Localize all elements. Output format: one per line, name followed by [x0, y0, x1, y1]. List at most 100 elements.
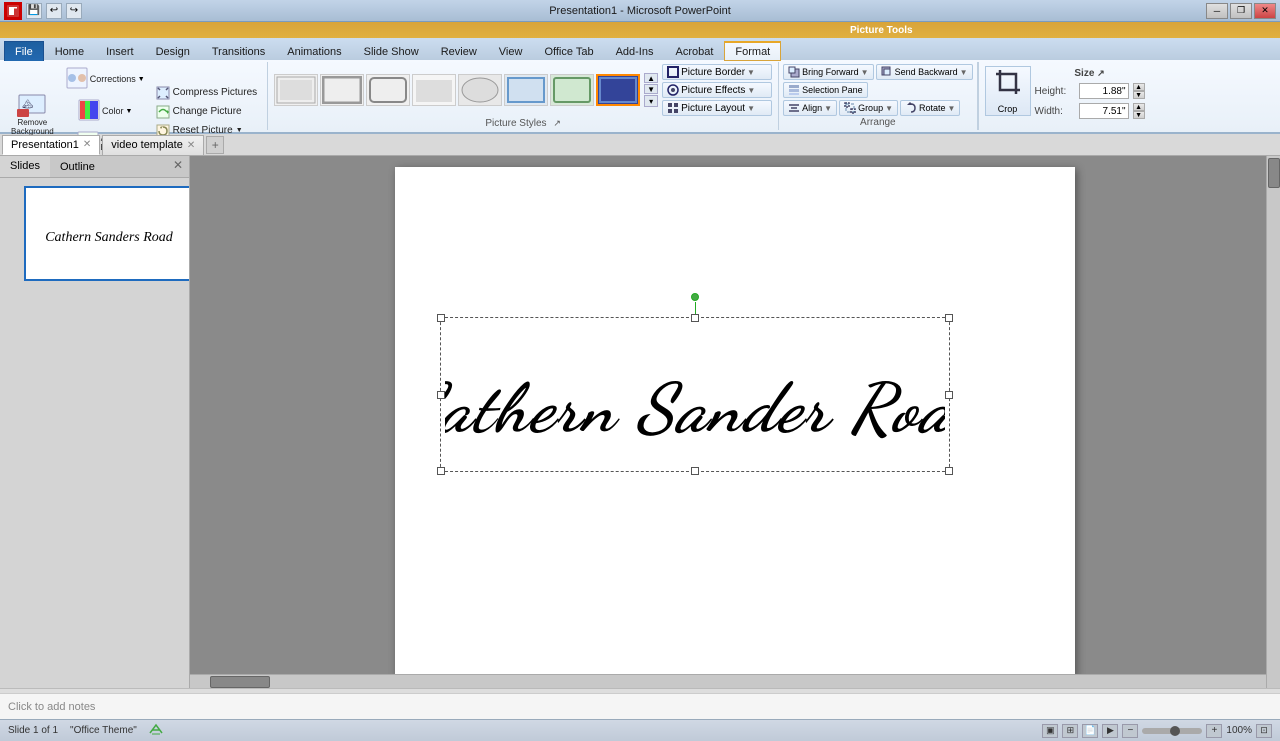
- reading-view-btn[interactable]: 📄: [1082, 724, 1098, 738]
- slide-canvas[interactable]: Cathern Sander Road: [395, 167, 1075, 677]
- status-left: Slide 1 of 1 "Office Theme": [8, 723, 163, 738]
- style-thumb-4[interactable]: [412, 74, 456, 106]
- quick-redo[interactable]: ↪: [66, 3, 82, 19]
- color-button[interactable]: Color ▼: [61, 96, 150, 127]
- fit-window-btn[interactable]: ⊡: [1256, 724, 1272, 738]
- picture-styles-expand[interactable]: ↗: [553, 118, 561, 128]
- group-button[interactable]: Group ▼: [839, 100, 898, 116]
- slide-sorter-btn[interactable]: ⊞: [1062, 724, 1078, 738]
- selection-pane-button[interactable]: Selection Pane: [783, 82, 868, 98]
- send-backward-button[interactable]: Send Backward ▼: [876, 64, 973, 80]
- picture-layout-button[interactable]: Picture Layout ▼: [662, 100, 772, 116]
- handle-top-left[interactable]: [437, 314, 445, 322]
- slides-tab[interactable]: Slides: [0, 156, 50, 177]
- minimize-button[interactable]: ─: [1206, 3, 1228, 19]
- height-label: Height:: [1035, 86, 1075, 97]
- doc-tab-presentation1[interactable]: Presentation1 ✕: [2, 135, 100, 155]
- arrange-group: Bring Forward ▼ Send Backward ▼ Selectio…: [779, 62, 977, 130]
- width-up[interactable]: ▲: [1133, 103, 1145, 111]
- style-thumb-8[interactable]: [596, 74, 640, 106]
- quick-undo[interactable]: ↩: [46, 3, 62, 19]
- width-input[interactable]: [1079, 103, 1129, 119]
- canvas-hscroll[interactable]: [190, 674, 1266, 688]
- bring-forward-button[interactable]: Bring Forward ▼: [783, 64, 873, 80]
- gallery-down-arrow[interactable]: ▼: [644, 84, 658, 94]
- tab-review[interactable]: Review: [430, 41, 488, 61]
- slideshow-btn[interactable]: ▶: [1102, 724, 1118, 738]
- align-label: Align: [802, 103, 822, 113]
- style-thumb-5[interactable]: [458, 74, 502, 106]
- outline-tab[interactable]: Outline: [50, 156, 105, 177]
- remove-background-button[interactable]: 🏔 Remove Background: [6, 83, 59, 140]
- picture-effects-button[interactable]: Picture Effects ▼: [662, 82, 772, 98]
- picture-border-button[interactable]: Picture Border ▼: [662, 64, 772, 80]
- tab-insert[interactable]: Insert: [95, 41, 145, 61]
- tab-animations[interactable]: Animations: [276, 41, 352, 61]
- gallery-up-arrow[interactable]: ▲: [644, 73, 658, 83]
- selected-image[interactable]: Cathern Sander Road: [440, 317, 950, 472]
- close-button[interactable]: ✕: [1254, 3, 1276, 19]
- tab-transitions[interactable]: Transitions: [201, 41, 276, 61]
- height-down[interactable]: ▼: [1133, 91, 1145, 99]
- doc-tab-pres1-close[interactable]: ✕: [83, 139, 91, 150]
- rotate-button[interactable]: Rotate ▼: [900, 100, 960, 116]
- style-thumb-6[interactable]: [504, 74, 548, 106]
- tab-file[interactable]: File: [4, 41, 44, 61]
- normal-view-btn[interactable]: ▣: [1042, 724, 1058, 738]
- hscroll-thumb[interactable]: [210, 676, 270, 688]
- zoom-out-btn[interactable]: −: [1122, 724, 1138, 738]
- tab-view[interactable]: View: [488, 41, 534, 61]
- align-button[interactable]: Align ▼: [783, 100, 837, 116]
- doc-tab-vt-close[interactable]: ✕: [187, 140, 195, 151]
- tab-acrobat[interactable]: Acrobat: [664, 41, 724, 61]
- tab-officetab[interactable]: Office Tab: [533, 41, 604, 61]
- crop-button[interactable]: Crop: [985, 66, 1031, 116]
- app-icon: [4, 2, 22, 20]
- tab-home[interactable]: Home: [44, 41, 95, 61]
- arrange-row3: Align ▼ Group ▼ Rotate ▼: [783, 100, 972, 116]
- zoom-in-btn[interactable]: +: [1206, 724, 1222, 738]
- style-thumb-1[interactable]: [274, 74, 318, 106]
- tab-slideshow[interactable]: Slide Show: [353, 41, 430, 61]
- send-backward-arrow: ▼: [960, 68, 968, 77]
- vscroll-thumb[interactable]: [1268, 158, 1280, 188]
- corrections-button[interactable]: Corrections ▼: [61, 64, 150, 95]
- spellcheck-icon[interactable]: [149, 723, 163, 738]
- doc-tab-videotemplate[interactable]: video template ✕: [102, 135, 204, 155]
- handle-bottom-left[interactable]: [437, 467, 445, 475]
- height-up[interactable]: ▲: [1133, 83, 1145, 91]
- width-down[interactable]: ▼: [1133, 111, 1145, 119]
- handle-top-right[interactable]: [945, 314, 953, 322]
- handle-mid-right[interactable]: [945, 391, 953, 399]
- notes-bar[interactable]: Click to add notes: [0, 693, 1280, 719]
- zoom-slider[interactable]: [1142, 728, 1202, 734]
- corrections-icon: [66, 67, 88, 92]
- tab-addins[interactable]: Add-Ins: [605, 41, 665, 61]
- size-expand[interactable]: ↗: [1097, 68, 1105, 78]
- picture-effects-icon: [667, 84, 679, 96]
- slide-panel-close[interactable]: ✕: [167, 156, 189, 177]
- tab-design[interactable]: Design: [145, 41, 201, 61]
- handle-top-mid[interactable]: [691, 314, 699, 322]
- picture-styles-group: ▲ ▼ ▾ Picture Border ▼ Picture Effects ▼: [268, 62, 779, 130]
- canvas-vscroll[interactable]: [1266, 156, 1280, 688]
- compress-pictures-button[interactable]: Compress Pictures: [152, 84, 261, 102]
- height-input[interactable]: [1079, 83, 1129, 99]
- style-thumb-3[interactable]: [366, 74, 410, 106]
- handle-bottom-mid[interactable]: [691, 467, 699, 475]
- tab-format[interactable]: Format: [724, 41, 781, 61]
- new-tab-button[interactable]: +: [206, 136, 224, 154]
- style-thumb-2[interactable]: [320, 74, 364, 106]
- slide-1-thumbnail[interactable]: Cathern Sanders Road: [24, 186, 189, 281]
- restore-button[interactable]: ❐: [1230, 3, 1252, 19]
- handle-bottom-right[interactable]: [945, 467, 953, 475]
- handle-mid-left[interactable]: [437, 391, 445, 399]
- doc-tab-pres1-label: Presentation1: [11, 139, 79, 151]
- style-thumb-7[interactable]: [550, 74, 594, 106]
- rotate-handle[interactable]: [691, 293, 699, 301]
- quick-save[interactable]: 💾: [26, 3, 42, 19]
- gallery-more-arrow[interactable]: ▾: [644, 95, 658, 107]
- zoom-thumb[interactable]: [1170, 726, 1180, 736]
- bring-forward-icon: [788, 66, 800, 78]
- change-picture-button[interactable]: Change Picture: [152, 103, 261, 121]
